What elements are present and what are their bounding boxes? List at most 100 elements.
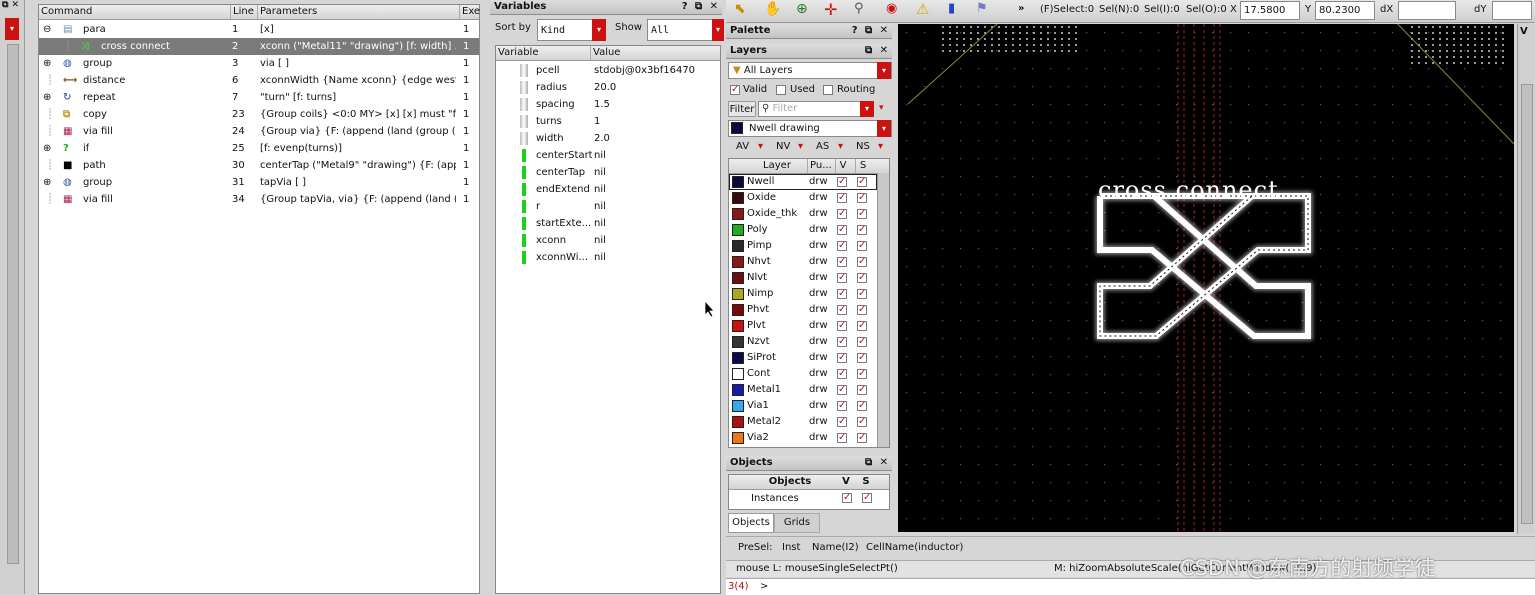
layer-row[interactable]: Metal2 drw ✓ ✓: [729, 414, 877, 430]
chevron-down-icon[interactable]: ▾: [758, 141, 763, 152]
layer-visible-checkbox[interactable]: ✓: [837, 433, 847, 443]
layer-row[interactable]: Via1 drw ✓ ✓: [729, 398, 877, 414]
layer-visible-checkbox[interactable]: ✓: [837, 193, 847, 203]
probe-icon[interactable]: ▮: [948, 1, 955, 16]
show-select[interactable]: All: [647, 19, 719, 41]
layer-set-dropdown-button[interactable]: ▾: [877, 62, 891, 79]
command-row[interactable]: ┊ ⟷ distance 6 xconnWidth {Name xconn} {edge…: [39, 72, 479, 89]
layer-selectable-checkbox[interactable]: ✓: [857, 209, 867, 219]
layer-selectable-checkbox[interactable]: ✓: [857, 305, 867, 315]
dy-field[interactable]: [1492, 1, 1532, 20]
variable-row[interactable]: xconn nil: [496, 232, 720, 249]
layer-set-select[interactable]: ▼ All Layers: [728, 62, 892, 79]
objects-window-buttons[interactable]: ⧉ ✕: [865, 456, 890, 470]
header-line[interactable]: Line: [230, 5, 259, 19]
filter-button[interactable]: Filter: [728, 101, 756, 117]
visibility-button-nv[interactable]: NV: [776, 141, 790, 152]
layer-row[interactable]: SiProt drw ✓ ✓: [729, 350, 877, 366]
layer-visible-checkbox[interactable]: ✓: [837, 369, 847, 379]
toolbar-more-icon[interactable]: »: [1018, 3, 1024, 14]
zoom-icon[interactable]: ⊕: [796, 1, 808, 17]
crosshair-icon[interactable]: ✛: [824, 0, 837, 19]
visibility-button-as[interactable]: AS: [816, 141, 829, 152]
variable-row[interactable]: spacing 1.5: [496, 96, 720, 113]
variable-row[interactable]: endExtend nil: [496, 181, 720, 198]
tree-expander-icon[interactable]: ⊕: [43, 140, 51, 157]
layer-row[interactable]: Oxide_thk drw ✓ ✓: [729, 206, 877, 222]
command-row[interactable]: ┊ ⧉ copy 23 {Group coils} <0:0 MY> [x] [x] m…: [39, 106, 479, 123]
right-dock-scrollbar[interactable]: [1521, 84, 1533, 524]
layer-visible-checkbox[interactable]: ✓: [837, 289, 847, 299]
routing-checkbox[interactable]: [823, 85, 833, 95]
variables-window-buttons[interactable]: ? ⧉ ✕: [682, 0, 720, 14]
variable-row[interactable]: width 2.0: [496, 130, 720, 147]
variable-row[interactable]: startExte... nil: [496, 215, 720, 232]
current-layer-select[interactable]: Nwell drawing: [728, 120, 892, 137]
layer-selectable-checkbox[interactable]: ✓: [857, 177, 867, 187]
marker-icon[interactable]: ◉: [886, 1, 897, 16]
tab-grids[interactable]: Grids: [774, 513, 820, 533]
tab-objects[interactable]: Objects: [728, 513, 774, 533]
layer-selectable-checkbox[interactable]: ✓: [857, 337, 867, 347]
tree-expander-icon[interactable]: ⊕: [43, 174, 51, 191]
layer-row[interactable]: Cont drw ✓ ✓: [729, 366, 877, 382]
layer-selectable-checkbox[interactable]: ✓: [857, 417, 867, 427]
header-selectable[interactable]: S: [855, 159, 870, 173]
layer-selectable-checkbox[interactable]: ✓: [857, 353, 867, 363]
layer-selectable-checkbox[interactable]: ✓: [857, 257, 867, 267]
header-exe[interactable]: Exe: [459, 5, 482, 19]
instances-selectable-checkbox[interactable]: ✓: [862, 493, 872, 503]
layer-visible-checkbox[interactable]: ✓: [837, 401, 847, 411]
command-row[interactable]: ┊ ▦ via fill 24 {Group via} {F: (append (lan…: [39, 123, 479, 140]
command-row[interactable]: ⊕ ◍ group 3 via [ ] 1: [39, 55, 479, 72]
filter-options-icon[interactable]: ▾: [879, 103, 884, 113]
header-objects-s[interactable]: S: [859, 475, 873, 489]
y-coord-field[interactable]: 80.2300: [1315, 1, 1375, 20]
layer-visible-checkbox[interactable]: ✓: [837, 257, 847, 267]
prompt-caret[interactable]: >: [760, 581, 768, 592]
tree-expander-icon[interactable]: ⊕: [43, 89, 51, 106]
layer-visible-checkbox[interactable]: ✓: [837, 385, 847, 395]
command-row[interactable]: ┊ ▦ via fill 34 {Group tapVia, via} {F: (app…: [39, 191, 479, 208]
layer-row[interactable]: Poly drw ✓ ✓: [729, 222, 877, 238]
sort-by-dropdown-button[interactable]: ▾: [592, 19, 606, 41]
hand-icon[interactable]: ✋: [764, 1, 781, 17]
layer-row[interactable]: Pimp drw ✓ ✓: [729, 238, 877, 254]
used-checkbox[interactable]: [776, 85, 786, 95]
current-layer-dropdown-button[interactable]: ▾: [877, 120, 891, 137]
layer-visible-checkbox[interactable]: ✓: [837, 321, 847, 331]
layer-row[interactable]: Plvt drw ✓ ✓: [729, 318, 877, 334]
layer-selectable-checkbox[interactable]: ✓: [857, 321, 867, 331]
header-objects-v[interactable]: V: [839, 475, 853, 489]
layers-scrollbar[interactable]: [877, 173, 889, 447]
layer-selectable-checkbox[interactable]: ✓: [857, 289, 867, 299]
layer-selectable-checkbox[interactable]: ✓: [857, 241, 867, 251]
tree-expander-icon[interactable]: ⊖: [43, 21, 51, 38]
layer-visible-checkbox[interactable]: ✓: [837, 417, 847, 427]
palette-window-buttons[interactable]: ? ⧉ ✕: [852, 24, 890, 38]
layer-row[interactable]: Nhvt drw ✓ ✓: [729, 254, 877, 270]
objects-row-instances[interactable]: Instances ✓ ✓: [729, 490, 889, 507]
layer-visible-checkbox[interactable]: ✓: [837, 353, 847, 363]
left-scrollbar[interactable]: [7, 44, 19, 564]
variable-row[interactable]: centerTap nil: [496, 164, 720, 181]
layer-selectable-checkbox[interactable]: ✓: [857, 401, 867, 411]
variable-row[interactable]: xconnWi... nil: [496, 249, 720, 266]
flag-icon[interactable]: ⚑: [976, 1, 988, 16]
variable-row[interactable]: pcell stdobj@0x3bf16470: [496, 62, 720, 79]
command-row[interactable]: ⊕ ◍ group 31 tapVia [ ] 1: [39, 174, 479, 191]
tree-expander-icon[interactable]: ⊕: [43, 55, 51, 72]
layer-row[interactable]: Nzvt drw ✓ ✓: [729, 334, 877, 350]
show-dropdown-button[interactable]: ▾: [712, 19, 724, 41]
x-coord-field[interactable]: 17.5800: [1240, 1, 1300, 20]
layer-row[interactable]: Nlvt drw ✓ ✓: [729, 270, 877, 286]
layer-visible-checkbox[interactable]: ✓: [837, 177, 847, 187]
dock-menu-button[interactable]: ▾: [5, 18, 19, 40]
layer-visible-checkbox[interactable]: ✓: [837, 225, 847, 235]
layers-window-buttons[interactable]: ⧉ ✕: [865, 44, 890, 58]
command-row[interactable]: ⊕? if 25 [f: evenp(turns)] 1: [39, 140, 479, 157]
layer-selectable-checkbox[interactable]: ✓: [857, 369, 867, 379]
chevron-down-icon[interactable]: ▾: [878, 141, 883, 152]
visibility-button-ns[interactable]: NS: [856, 141, 870, 152]
header-layer[interactable]: Layer: [747, 159, 807, 173]
